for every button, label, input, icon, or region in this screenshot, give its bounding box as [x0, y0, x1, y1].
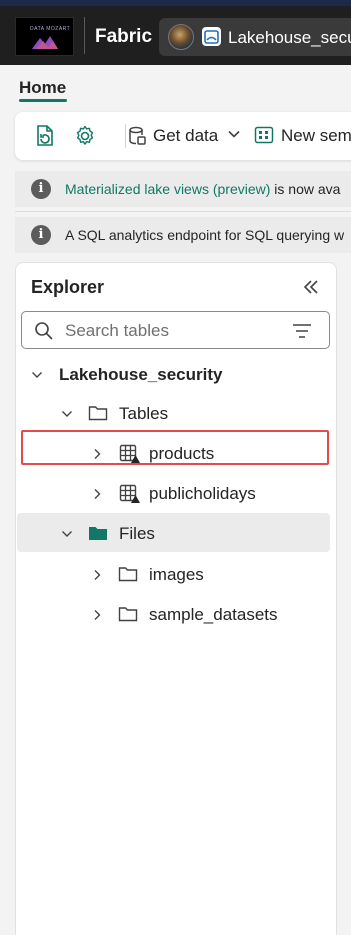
refresh-file-icon[interactable]: [32, 124, 56, 148]
explorer-title: Explorer: [31, 277, 105, 297]
banner-text: Materialized lake views (preview) is now…: [65, 181, 340, 197]
chevron-down-icon[interactable]: [227, 127, 251, 151]
avatar[interactable]: [168, 24, 194, 50]
highlight-box: [21, 430, 329, 465]
folder-icon: [118, 605, 138, 628]
info-banner-materialized: i Materialized lake views (preview) is n…: [15, 171, 351, 207]
semantic-model-icon[interactable]: [253, 124, 277, 148]
tree-item-lakehouse[interactable]: Lakehouse_security: [16, 358, 330, 390]
banner-text: A SQL analytics endpoint for SQL queryin…: [65, 227, 345, 243]
chevron-right-icon[interactable]: [91, 568, 103, 586]
topbar-divider: [84, 17, 85, 54]
sample-datasets-label: sample_datasets: [149, 605, 278, 624]
search-tables-input[interactable]: Search tables: [21, 311, 330, 349]
database-icon[interactable]: [125, 124, 149, 148]
folder-filled-icon: [88, 524, 108, 547]
info-icon: i: [31, 179, 51, 199]
top-bar: DATA MOZART Fabric Lakehouse_secu: [0, 0, 351, 65]
top-accent-strip: [0, 0, 351, 6]
tab-home-underline: [19, 99, 67, 102]
new-semantic-model-button[interactable]: New sem: [281, 126, 351, 146]
tables-folder-label: Tables: [119, 404, 169, 423]
filter-icon[interactable]: [292, 323, 312, 344]
search-icon: [34, 321, 54, 346]
logo-text: DATA MOZART: [30, 26, 71, 32]
chevron-down-icon[interactable]: [61, 407, 73, 425]
banner-divider: [15, 211, 351, 212]
lakehouse-icon: [202, 27, 221, 46]
tab-home[interactable]: Home: [19, 78, 66, 98]
logo-mountain-icon: [32, 36, 58, 49]
tree-item-tables[interactable]: Tables: [16, 397, 330, 429]
tree-item-sample-datasets-folder[interactable]: sample_datasets: [16, 598, 330, 630]
banner-rest: is now ava: [270, 181, 341, 197]
files-folder-label: Files: [119, 524, 155, 543]
collapse-panel-icon[interactable]: [302, 278, 320, 302]
tree-item-images-folder[interactable]: images: [16, 558, 330, 590]
info-banner-sql-endpoint: i A SQL analytics endpoint for SQL query…: [15, 217, 351, 253]
table-icon: [119, 484, 141, 509]
chevron-right-icon[interactable]: [91, 487, 103, 505]
publicholidays-label: publicholidays: [149, 484, 256, 503]
search-placeholder: Search tables: [65, 321, 169, 340]
settings-gear-icon[interactable]: [73, 124, 97, 148]
chevron-down-icon[interactable]: [31, 368, 43, 386]
lakehouse-label: Lakehouse_security: [59, 365, 223, 384]
get-data-button[interactable]: Get data: [153, 126, 218, 146]
tree-item-files[interactable]: Files: [17, 513, 330, 552]
chevron-right-icon[interactable]: [91, 608, 103, 626]
brand-title[interactable]: Fabric: [95, 26, 152, 48]
materialized-views-link[interactable]: Materialized lake views (preview): [65, 181, 270, 197]
explorer-panel: Explorer Search tables Lakehouse_securit…: [15, 262, 337, 935]
folder-icon: [118, 565, 138, 588]
workspace-item-tab[interactable]: Lakehouse_secu: [159, 18, 351, 56]
tab-label: Lakehouse_secu: [228, 28, 351, 47]
ribbon-toolbar: Get data New sem: [15, 112, 351, 160]
tree-item-publicholidays-table[interactable]: publicholidays: [16, 477, 330, 509]
info-icon: i: [31, 225, 51, 245]
chevron-down-icon[interactable]: [61, 527, 73, 545]
canvas-edge: [337, 262, 351, 935]
folder-icon: [88, 404, 108, 427]
workspace-logo[interactable]: DATA MOZART: [15, 17, 74, 56]
images-label: images: [149, 565, 204, 584]
